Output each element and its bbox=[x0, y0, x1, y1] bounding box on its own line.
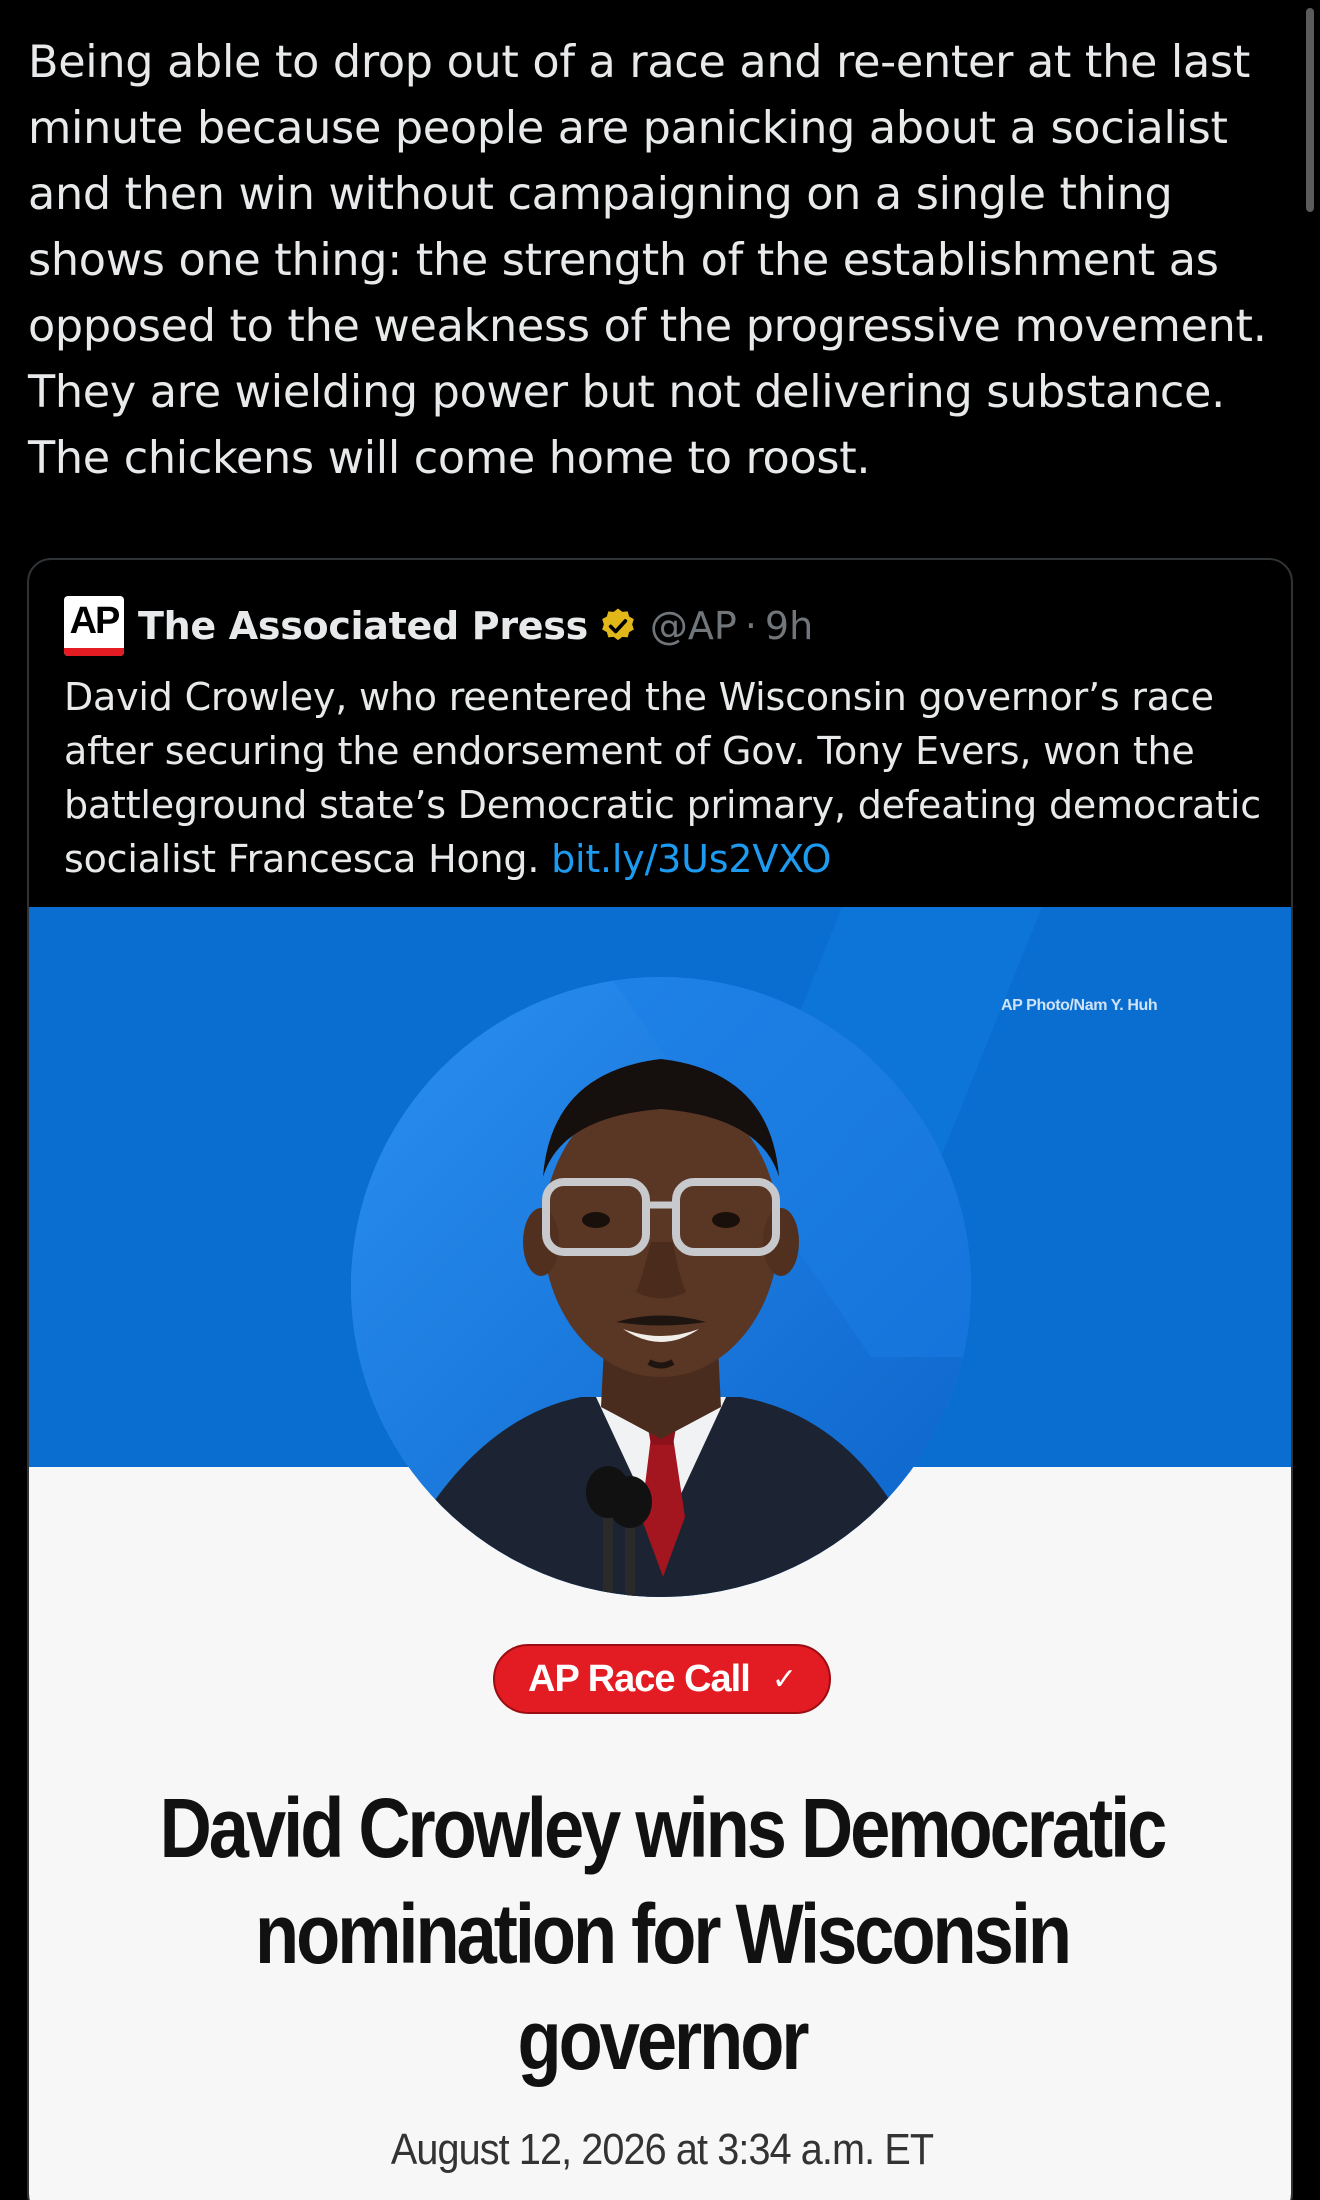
race-call-label: AP Race Call bbox=[528, 1657, 751, 1700]
author-handle[interactable]: @AP bbox=[650, 604, 737, 648]
ap-race-call-badge: AP Race Call ✓ bbox=[493, 1644, 831, 1714]
article-dateline: August 12, 2026 at 3:34 a.m. ET bbox=[390, 2125, 934, 2174]
article-headline: David Crowley wins Democratic nomination… bbox=[159, 1781, 1168, 2087]
tweet-text: Being able to drop out of a race and re-… bbox=[28, 37, 1267, 484]
article-card-image[interactable]: AP Photo/Nam Y. Huh AP Race Call ✓ David… bbox=[29, 907, 1291, 2200]
quoted-tweet-text: David Crowley, who reentered the Wiscons… bbox=[64, 670, 1264, 886]
candidate-portrait bbox=[351, 977, 971, 1597]
article-link[interactable]: bit.ly/3Us2VXO bbox=[551, 837, 831, 881]
scrollbar[interactable] bbox=[1306, 8, 1314, 212]
post-time[interactable]: 9h bbox=[765, 604, 813, 648]
ap-logo-text: AP bbox=[69, 600, 121, 642]
author-name[interactable]: The Associated Press bbox=[138, 604, 588, 648]
quoted-tweet-header: AP The Associated Press @AP · 9h bbox=[64, 596, 813, 656]
ap-logo-bar bbox=[64, 648, 124, 656]
separator-dot: · bbox=[744, 604, 757, 648]
verified-badge-icon bbox=[602, 608, 634, 641]
portrait-illustration bbox=[351, 977, 971, 1597]
checkmark-icon: ✓ bbox=[771, 1662, 797, 1696]
photo-credit: AP Photo/Nam Y. Huh bbox=[1001, 997, 1158, 1014]
quoted-tweet-card[interactable]: AP The Associated Press @AP · 9h David C… bbox=[27, 558, 1293, 2200]
ap-avatar[interactable]: AP bbox=[64, 596, 124, 656]
